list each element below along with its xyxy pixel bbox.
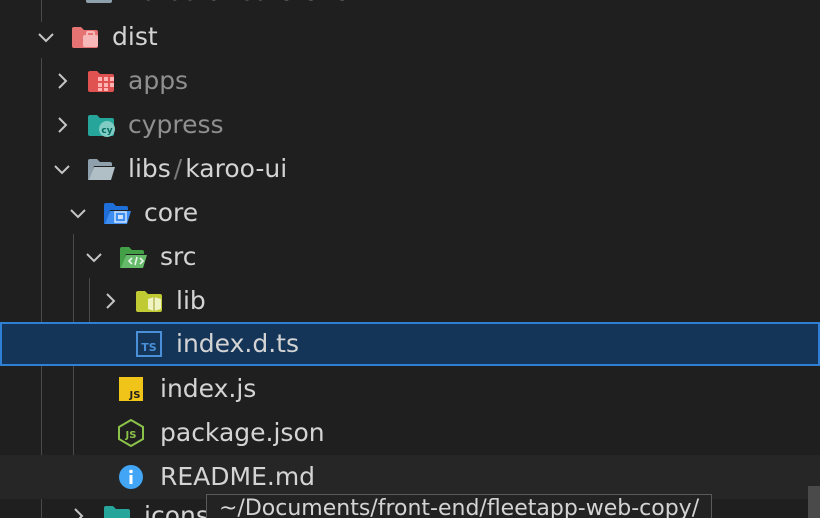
folder-dist-icon — [70, 23, 100, 51]
chevron-down-icon — [50, 157, 74, 181]
tree-item-libs-karoo-ui[interactable]: libs / karoo-ui — [0, 147, 820, 191]
tree-item-karoo-ui-core-e2e[interactable]: karoo-ui-core-e2e — [0, 0, 820, 14]
chevron-right-icon — [98, 289, 122, 313]
folder-icon — [84, 0, 114, 6]
tree-item-label: src — [160, 242, 197, 271]
nodejs-icon: JS — [116, 419, 146, 447]
javascript-icon: JS — [116, 375, 146, 403]
tree-item-cypress[interactable]: cy cypress — [0, 103, 820, 147]
folder-apps-icon — [86, 67, 116, 95]
tree-item-label: karoo-ui-core-e2e — [128, 0, 349, 7]
folder-core-icon — [102, 199, 132, 227]
svg-text:JS: JS — [125, 430, 137, 441]
chevron-down-icon — [82, 245, 106, 269]
tree-item-index-js[interactable]: JS index.js — [0, 367, 820, 411]
tree-item-label: libs / karoo-ui — [128, 154, 287, 184]
tree-item-lib[interactable]: lib — [0, 279, 820, 323]
tree-item-label: index.d.ts — [176, 329, 299, 358]
tree-item-label: apps — [128, 66, 189, 95]
chevron-right-icon — [66, 504, 90, 518]
folder-src-icon — [118, 243, 148, 271]
tree-item-dist[interactable]: dist — [0, 15, 820, 59]
tree-item-index-d-ts[interactable]: TS index.d.ts — [0, 322, 820, 366]
path-segment-libs[interactable]: libs — [128, 154, 171, 183]
tree-item-readme-md[interactable]: README.md — [0, 455, 820, 499]
chevron-right-icon — [50, 0, 74, 4]
path-separator: / — [173, 154, 183, 183]
tree-item-label: dist — [112, 22, 158, 51]
path-tooltip: ~/Documents/front-end/fleetapp-web-copy/ — [206, 494, 713, 518]
tree-item-label: README.md — [160, 462, 316, 491]
vertical-scrollbar[interactable] — [808, 486, 820, 518]
tree-item-label: cypress — [128, 110, 224, 139]
tree-item-label: package.json — [160, 418, 325, 447]
svg-text:TS: TS — [141, 341, 157, 354]
svg-text:cy: cy — [101, 126, 112, 136]
tree-item-label: icons — [144, 501, 209, 518]
tree-item-core[interactable]: core — [0, 191, 820, 235]
tree-item-apps[interactable]: apps — [0, 59, 820, 103]
tree-item-label: core — [144, 198, 199, 227]
tree-item-package-json[interactable]: JS package.json — [0, 411, 820, 455]
folder-open-icon — [86, 155, 116, 183]
info-icon — [116, 463, 146, 491]
chevron-down-icon — [66, 201, 90, 225]
chevron-right-icon — [50, 69, 74, 93]
folder-lib-icon — [134, 287, 164, 315]
chevron-right-icon — [50, 113, 74, 137]
folder-icons-icon — [102, 502, 132, 518]
chevron-down-icon — [34, 25, 58, 49]
tree-item-src[interactable]: src — [0, 235, 820, 279]
typescript-definition-icon: TS — [134, 330, 164, 358]
file-explorer-tree: karoo-ui-core-e2e dist apps cy cypress — [0, 0, 820, 518]
folder-cypress-icon: cy — [86, 111, 116, 139]
tree-item-label: index.js — [160, 374, 257, 403]
path-segment-karoo-ui[interactable]: karoo-ui — [185, 154, 287, 183]
tree-item-label: lib — [176, 286, 206, 315]
svg-text:JS: JS — [129, 390, 141, 401]
